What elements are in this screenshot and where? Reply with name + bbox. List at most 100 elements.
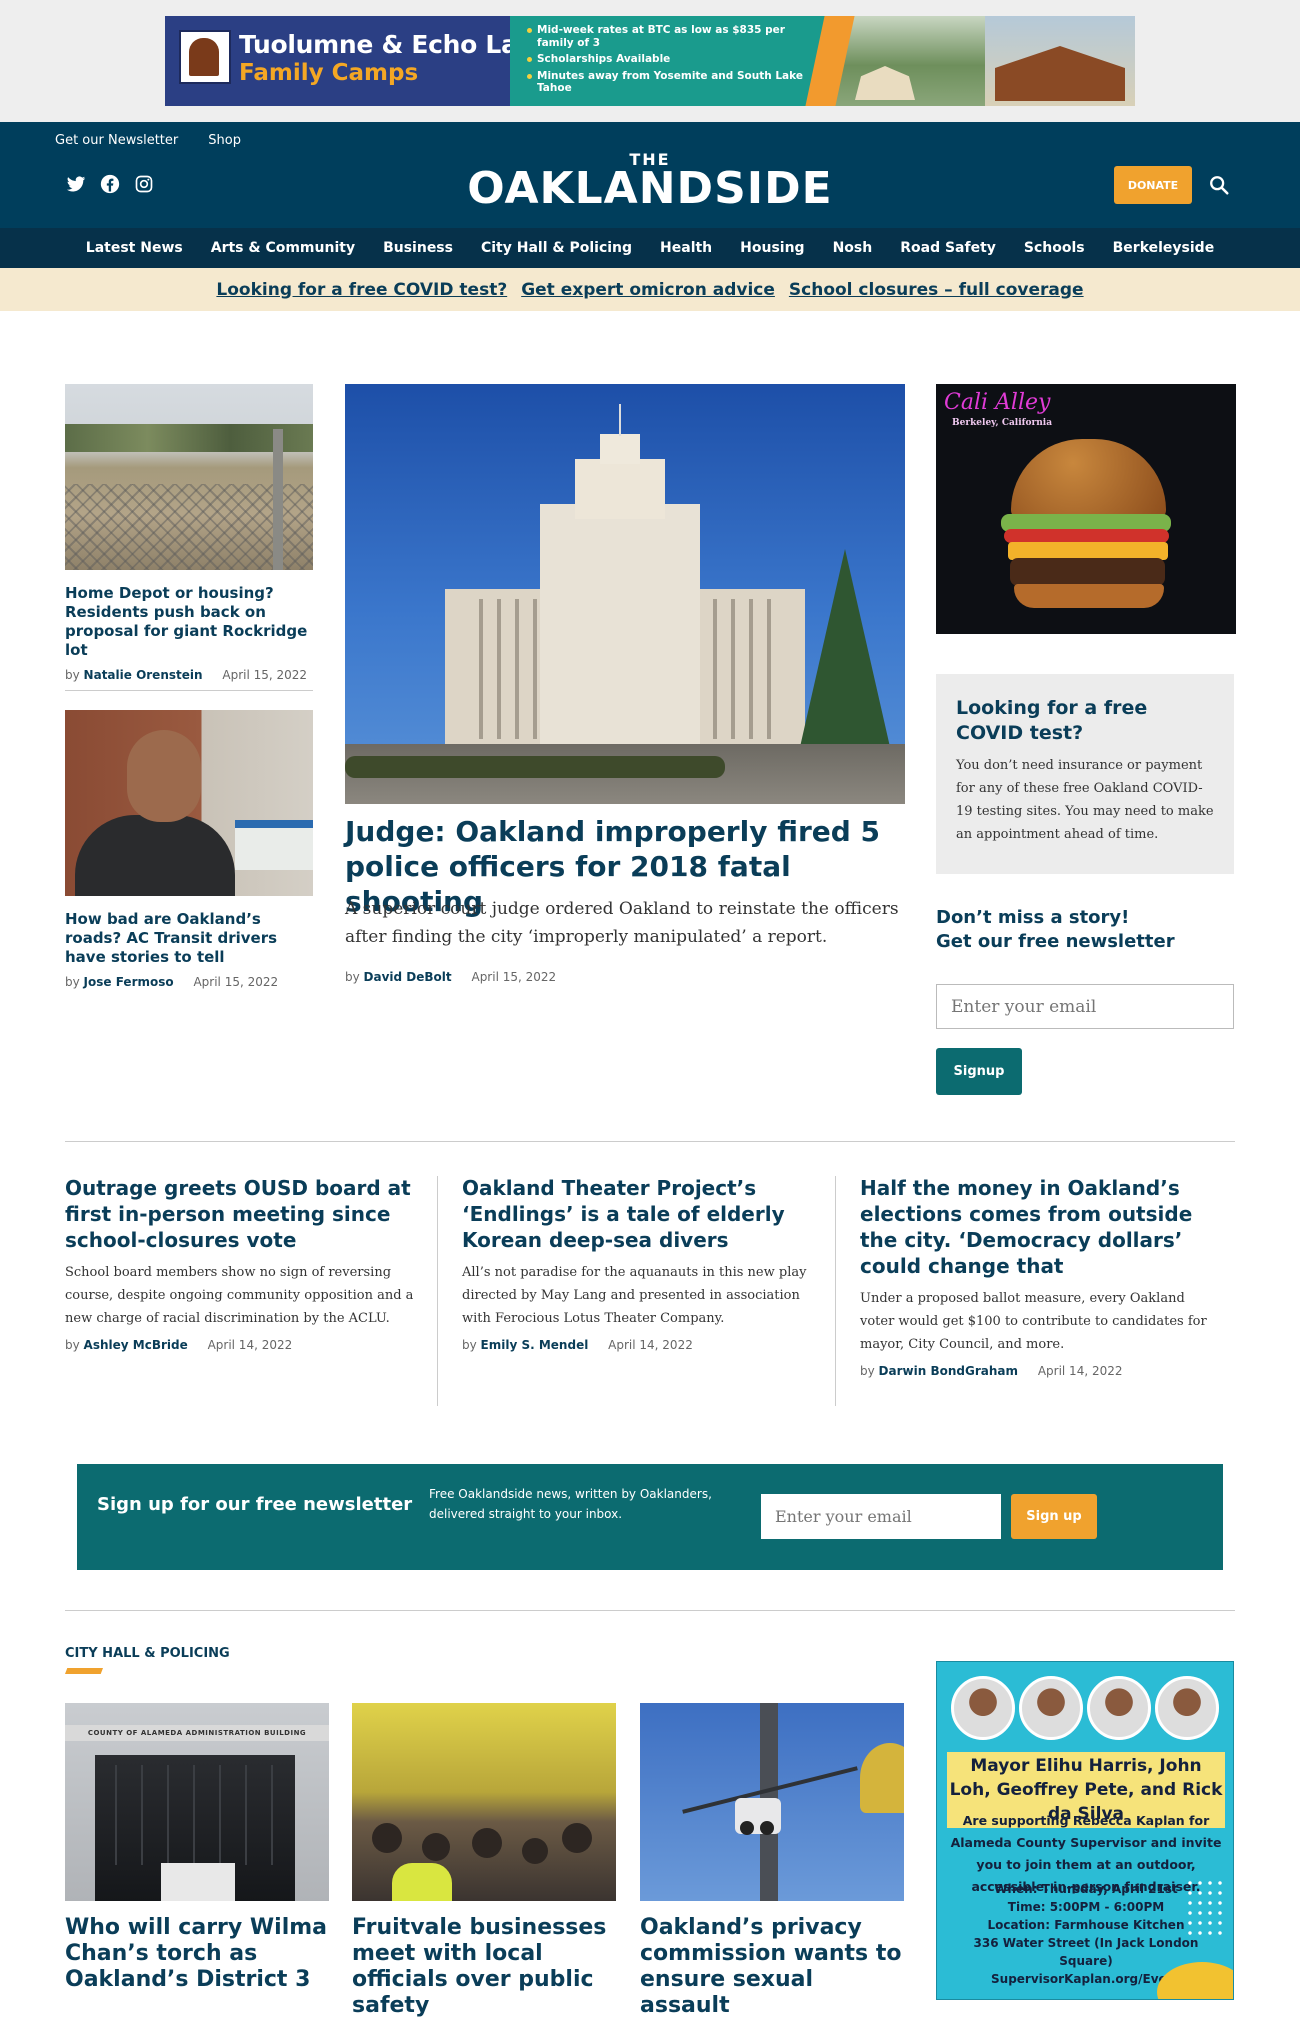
- image-person-head: [127, 730, 201, 822]
- ad-logo: Cali Alley: [944, 390, 1051, 415]
- story-date: April 14, 2022: [1037, 1364, 1123, 1378]
- newsletter-link[interactable]: Get our Newsletter: [55, 133, 178, 148]
- byline-by: by: [65, 668, 80, 682]
- author-link[interactable]: Emily S. Mendel: [481, 1338, 589, 1352]
- byline: by Natalie Orenstein April 15, 2022: [65, 668, 313, 682]
- author-link[interactable]: Natalie Orenstein: [84, 668, 203, 682]
- author-link[interactable]: Darwin BondGraham: [879, 1364, 1018, 1378]
- nav-item-housing[interactable]: Housing: [740, 240, 804, 256]
- story-title[interactable]: Fruitvale businesses meet with local off…: [352, 1915, 616, 2019]
- nav-item-city-hall[interactable]: City Hall & Policing: [481, 240, 632, 256]
- nav-item-latest-news[interactable]: Latest News: [86, 240, 183, 256]
- band-text: Free Oaklandside news, written by Oaklan…: [429, 1487, 712, 1521]
- covid-box: Looking for a free COVID test? You don’t…: [936, 674, 1234, 874]
- story-title[interactable]: Outrage greets OUSD board at first in-pe…: [65, 1175, 417, 1253]
- burger-bun-top: [1011, 439, 1166, 519]
- email-field[interactable]: [936, 984, 1234, 1029]
- story-title[interactable]: Oakland Theater Project’s ‘Endlings’ is …: [462, 1175, 814, 1253]
- safety-vest: [392, 1863, 452, 1901]
- divider: [65, 1141, 1235, 1142]
- attendee: [562, 1823, 592, 1853]
- ad-bullet: Scholarships Available: [527, 53, 817, 66]
- building-center: [540, 504, 700, 754]
- newsletter-heading-line2: Get our free newsletter: [936, 931, 1175, 952]
- story-card[interactable]: How bad are Oakland’s roads? AC Transit …: [65, 710, 313, 989]
- palm-tree: [860, 1743, 904, 1813]
- promo-link-school-closures[interactable]: School closures – full coverage: [789, 280, 1084, 300]
- attendee: [372, 1823, 402, 1853]
- story-title[interactable]: Oakland’s privacy commission wants to en…: [640, 1915, 904, 2019]
- nav-item-business[interactable]: Business: [383, 240, 453, 256]
- band-email-field[interactable]: [761, 1494, 1001, 1539]
- band-signup-button[interactable]: Sign up: [1011, 1494, 1097, 1539]
- story-card[interactable]: Home Depot or housing? Residents push ba…: [65, 384, 313, 682]
- promo-link-omicron[interactable]: Get expert omicron advice: [521, 280, 775, 300]
- story-image[interactable]: [65, 384, 313, 570]
- story-card[interactable]: Outrage greets OUSD board at first in-pe…: [65, 1175, 417, 1352]
- image-bus: [235, 820, 313, 870]
- story-title[interactable]: Home Depot or housing? Residents push ba…: [65, 584, 313, 660]
- ad-title: Tuolumne & Echo Lake: [239, 30, 550, 59]
- site-logo[interactable]: OAKLANDSIDE: [0, 166, 1300, 212]
- burger-tomato: [1004, 529, 1169, 543]
- story-image[interactable]: COUNTY OF ALAMEDA ADMINISTRATION BUILDIN…: [65, 1703, 329, 1901]
- ad-bullet: Minutes away from Yosemite and South Lak…: [527, 70, 817, 95]
- story-card[interactable]: Oakland Theater Project’s ‘Endlings’ is …: [462, 1175, 814, 1352]
- byline-by: by: [860, 1364, 875, 1378]
- newsletter-heading-line1: Don’t miss a story!: [936, 907, 1130, 928]
- avatar: [1019, 1676, 1083, 1740]
- building-tower: [575, 459, 665, 519]
- newsletter-heading: Don’t miss a story! Get our free newslett…: [936, 906, 1236, 954]
- image-person-body: [75, 815, 235, 896]
- covid-box-title[interactable]: Looking for a free COVID test?: [956, 696, 1214, 746]
- podium: [161, 1863, 235, 1901]
- avatar: [951, 1676, 1015, 1740]
- section-label[interactable]: CITY HALL & POLICING: [65, 1646, 230, 1661]
- story-image[interactable]: [640, 1703, 904, 1901]
- donate-button[interactable]: DONATE: [1114, 166, 1192, 204]
- story-image[interactable]: [65, 710, 313, 896]
- feature-image[interactable]: [345, 384, 905, 804]
- nav-item-schools[interactable]: Schools: [1024, 240, 1085, 256]
- kaplan-fundraiser-ad[interactable]: Mayor Elihu Harris, John Loh, Geoffrey P…: [936, 1661, 1234, 2000]
- main-nav: Latest News Arts & Community Business Ci…: [0, 228, 1300, 268]
- author-link[interactable]: Ashley McBride: [84, 1338, 188, 1352]
- story-title[interactable]: How bad are Oakland’s roads? AC Transit …: [65, 910, 313, 967]
- byline-by: by: [462, 1338, 477, 1352]
- shop-link[interactable]: Shop: [208, 133, 241, 148]
- family-camps-ad[interactable]: Tuolumne & Echo Lake Family Camps Mid-we…: [165, 16, 1135, 106]
- story-dek: School board members show no sign of rev…: [65, 1265, 414, 1326]
- byline: by Darwin BondGraham April 14, 2022: [860, 1364, 1212, 1378]
- berkeley-logo: [179, 30, 231, 84]
- cali-alley-ad[interactable]: Cali Alley Berkeley, California: [936, 384, 1236, 634]
- story-card[interactable]: Fruitvale businesses meet with local off…: [352, 1703, 616, 2019]
- image-post: [273, 429, 283, 570]
- story-image[interactable]: [352, 1703, 616, 1901]
- story-card[interactable]: Half the money in Oakland’s elections co…: [860, 1175, 1212, 1378]
- author-link[interactable]: Jose Fermoso: [84, 975, 174, 989]
- story-title[interactable]: Half the money in Oakland’s elections co…: [860, 1175, 1212, 1279]
- story-card[interactable]: COUNTY OF ALAMEDA ADMINISTRATION BUILDIN…: [65, 1703, 329, 1993]
- nav-item-berkeleyside[interactable]: Berkeleyside: [1113, 240, 1215, 256]
- header-links: Get our Newsletter Shop: [55, 133, 241, 148]
- author-link[interactable]: David DeBolt: [364, 970, 452, 984]
- covid-box-text: You don’t need insurance or payment for …: [956, 758, 1214, 842]
- signup-button[interactable]: Signup: [936, 1048, 1022, 1095]
- burger-bun-bottom: [1014, 584, 1164, 608]
- story-date: April 14, 2022: [207, 1338, 293, 1352]
- story-dek: Under a proposed ballot measure, every O…: [860, 1291, 1207, 1352]
- story-title[interactable]: Who will carry Wilma Chan’s torch as Oak…: [65, 1915, 329, 1993]
- divider: [65, 690, 313, 691]
- story-date: April 15, 2022: [222, 668, 308, 682]
- band-title: Sign up for our free newsletter: [97, 1494, 413, 1515]
- nav-item-road-safety[interactable]: Road Safety: [900, 240, 996, 256]
- nav-item-health[interactable]: Health: [660, 240, 712, 256]
- promo-link-covid-test[interactable]: Looking for a free COVID test?: [216, 280, 507, 300]
- story-card[interactable]: Oakland’s privacy commission wants to en…: [640, 1703, 904, 2019]
- search-icon[interactable]: [1208, 174, 1230, 196]
- ad-subtitle: Family Camps: [239, 60, 419, 86]
- newsletter-band: Sign up for our free newsletter Free Oak…: [77, 1464, 1223, 1570]
- nav-item-arts-community[interactable]: Arts & Community: [211, 240, 355, 256]
- nav-item-nosh[interactable]: Nosh: [833, 240, 873, 256]
- feature-dek: A superior court judge ordered Oakland t…: [345, 899, 899, 947]
